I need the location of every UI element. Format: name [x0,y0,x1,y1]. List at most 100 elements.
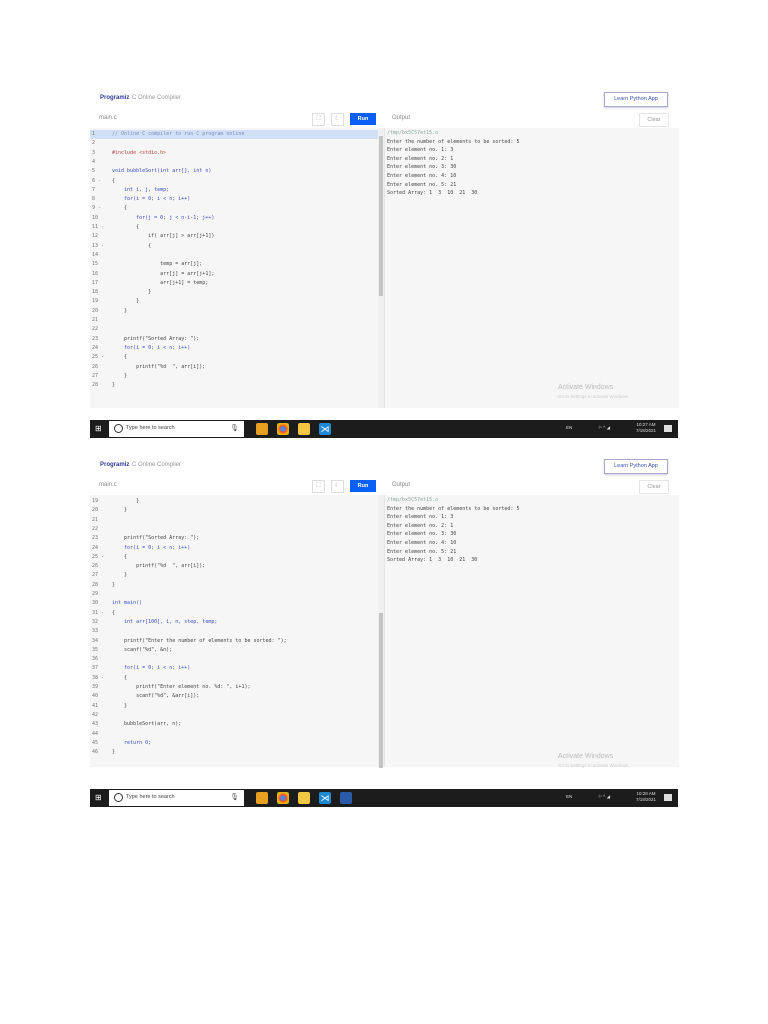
line-number: 4 [92,158,96,165]
line-number: 23 [92,535,99,542]
programiz-logo[interactable]: Programiz [100,95,129,101]
code-text: void bubbleSort(int arr[], int n) [112,168,212,175]
activate-windows-subtitle: Go to Settings to activate Windows. [558,394,630,399]
notifications-icon[interactable] [664,794,672,801]
code-line: 22 [90,325,378,334]
code-text: arr[j+1] = temp; [112,279,209,286]
run-button[interactable]: Run [350,113,376,125]
output-line: Enter the number of elements to be sorte… [387,138,520,145]
brave-browser-icon[interactable] [256,792,268,804]
vscode-icon[interactable]: ⋊ [319,792,331,804]
code-text: printf("Sorted Array: "); [112,335,200,342]
chrome-icon[interactable] [277,423,289,435]
taskbar-search-box[interactable]: Type here to search 🎙 [109,790,244,806]
taskbar-clock[interactable]: 10:28 AM 7/18/2021 [636,791,656,803]
output-line: Enter element no. 5: 21 [387,181,457,188]
search-placeholder: Type here to search [126,794,175,800]
line-number: 27 [92,572,99,579]
fullscreen-icon[interactable]: ⛶ [312,480,325,493]
windows-start-icon[interactable]: ⊞ [95,794,103,802]
file-tab-main-c[interactable]: main.c [99,115,117,121]
code-line: 6 - { [90,177,378,186]
code-text: printf("%d ", arr[i]); [112,363,206,370]
code-editor[interactable]: 1 // Online C compiler to run C program o… [90,128,378,408]
code-line: 22 [90,525,378,534]
notifications-icon[interactable] [664,425,672,432]
output-line: Sorted Array: 1 3 10 21 30 [387,557,478,564]
file-explorer-icon[interactable] [298,423,310,435]
code-text: if( arr[j] > arr[j+1]) [112,233,215,240]
fullscreen-icon[interactable]: ⛶ [312,113,325,126]
dark-mode-icon[interactable]: ☾ [331,480,344,493]
code-line: 46} [90,748,378,757]
run-button[interactable]: Run [350,480,376,492]
code-line: 17 arr[j+1] = temp; [90,279,378,288]
line-number: 20 [92,307,99,314]
learn-python-app-button[interactable]: Learn Python App [604,459,668,474]
code-line: 44 [90,730,378,739]
code-text: // Online C compiler to run C program on… [112,131,245,137]
dark-mode-icon[interactable]: ☾ [331,113,344,126]
code-text: { [112,177,116,184]
brave-browser-icon[interactable] [256,423,268,435]
code-line: 2 [90,139,378,148]
code-line: 36 [90,655,378,664]
line-number: 12 [92,233,99,240]
line-number: 18 [92,289,99,296]
line-number: 37 [92,665,99,672]
output-line: Enter element no. 5: 21 [387,548,457,555]
code-text: } [112,289,152,296]
code-text: printf("Enter the number of elements to … [112,637,287,644]
microphone-icon[interactable]: 🎙 [230,424,239,432]
app-header: Programiz C Online Compiler Learn Python A… [90,455,678,478]
file-explorer-icon[interactable] [298,792,310,804]
clear-button[interactable]: Clear [639,113,669,127]
tray-icons[interactable]: ⚐ ^ ◢ [598,794,610,800]
line-number: 25 - [92,553,105,560]
code-line: 9 - { [90,204,378,213]
compiler-screenshot-1: Programiz C Online Compiler Learn Python A… [90,88,679,438]
vscode-icon[interactable]: ⋊ [319,423,331,435]
code-text: temp = arr[j]; [112,261,203,268]
line-number: 41 [92,702,99,709]
taskbar-search-box[interactable]: Type here to search 🎙 [109,421,244,437]
code-line: 27 } [90,372,378,381]
code-line: 15 temp = arr[j]; [90,260,378,269]
code-line: 34 printf("Enter the number of elements … [90,637,378,646]
output-line: Enter element no. 1: 3 [387,147,454,154]
code-text: } [112,507,128,514]
taskbar-clock[interactable]: 10:27 AM 7/18/2021 [636,422,656,434]
line-number: 29 [92,591,99,597]
word-icon[interactable] [340,792,352,804]
code-line: 21 [90,316,378,325]
windows-start-icon[interactable]: ⊞ [95,425,103,433]
line-number: 23 [92,335,99,342]
code-editor[interactable]: 19 } 20 } 21 22 23 printf("Sorted Array: ");… [90,495,378,767]
app-header: Programiz C Online Compiler Learn Python A… [90,88,678,111]
code-line: 18 } [90,288,378,297]
microphone-icon[interactable]: 🎙 [230,793,239,801]
code-text: { [112,354,128,361]
file-tab-main-c[interactable]: main.c [99,482,117,488]
code-text: return 0; [112,739,152,746]
chrome-icon[interactable] [277,792,289,804]
code-line: 7 int i, j, temp; [90,186,378,195]
clear-button[interactable]: Clear [639,480,669,494]
scrollbar-thumb[interactable] [379,613,383,768]
line-number: 9 - [92,205,102,212]
code-line: 11 - { [90,223,378,232]
scrollbar-thumb[interactable] [379,136,383,296]
activate-windows-title: Activate Windows [558,384,614,391]
programiz-logo[interactable]: Programiz [100,462,129,468]
line-number: 14 [92,251,99,258]
code-line: 37 for(i = 0; i < n; i++) [90,664,378,673]
code-line: 4 [90,158,378,167]
line-number: 25 - [92,354,105,361]
learn-python-app-button[interactable]: Learn Python App [604,92,668,107]
language-indicator[interactable]: EN [566,794,572,799]
language-indicator[interactable]: EN [566,425,572,430]
tray-icons[interactable]: ⚐ ^ ◢ [598,425,610,431]
code-line: 31 - { [90,609,378,618]
code-line: 12 if( arr[j] > arr[j+1]) [90,232,378,241]
line-number: 19 [92,498,99,504]
